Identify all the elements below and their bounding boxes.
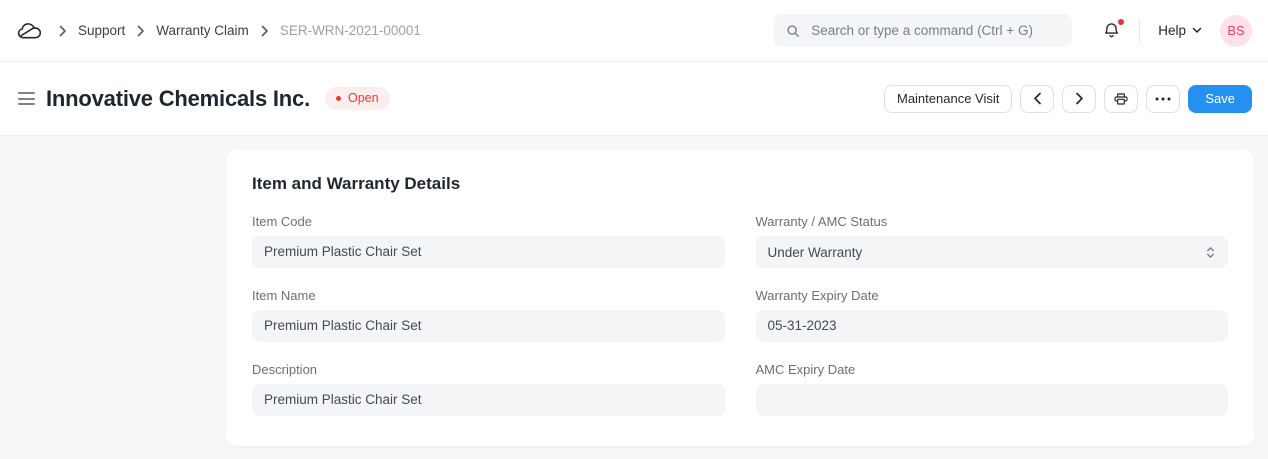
- chevron-left-icon: [1033, 92, 1042, 105]
- status-badge-label: Open: [348, 91, 379, 105]
- field-warranty-expiry-date: Warranty Expiry Date: [756, 288, 1229, 342]
- breadcrumb-item-support[interactable]: Support: [78, 23, 125, 38]
- notifications-button[interactable]: [1098, 17, 1125, 44]
- form-section-card: Item and Warranty Details Item Code Warr…: [226, 150, 1254, 446]
- help-menu[interactable]: Help: [1154, 21, 1206, 40]
- hamburger-icon: [18, 103, 35, 105]
- search-input[interactable]: [809, 22, 1060, 39]
- status-badge: Open: [325, 87, 390, 110]
- global-search[interactable]: [774, 14, 1072, 47]
- sidebar-toggle-button[interactable]: [16, 88, 37, 109]
- cloud-logo-icon: [16, 20, 44, 42]
- item-code-input[interactable]: [252, 236, 725, 268]
- header-actions: Maintenance Visit Save: [884, 85, 1252, 113]
- content-area: Item and Warranty Details Item Code Warr…: [0, 136, 1268, 458]
- warranty-expiry-date-input[interactable]: [756, 310, 1229, 342]
- amc-expiry-date-label: AMC Expiry Date: [756, 362, 1229, 377]
- hamburger-icon: [18, 92, 35, 94]
- item-name-input[interactable]: [252, 310, 725, 342]
- field-amc-expiry-date: AMC Expiry Date: [756, 362, 1229, 416]
- more-actions-button[interactable]: [1146, 85, 1180, 113]
- field-description: Description: [252, 362, 725, 416]
- item-code-label: Item Code: [252, 214, 725, 229]
- warranty-amc-status-label: Warranty / AMC Status: [756, 214, 1229, 229]
- status-dot-icon: [336, 96, 341, 101]
- page-title: Innovative Chemicals Inc.: [46, 86, 310, 112]
- maintenance-visit-button[interactable]: Maintenance Visit: [884, 85, 1012, 113]
- printer-icon: [1113, 91, 1129, 107]
- app-logo-button[interactable]: [16, 20, 44, 42]
- save-button[interactable]: Save: [1188, 85, 1252, 113]
- chevron-right-icon: [1075, 92, 1084, 105]
- field-item-name: Item Name: [252, 288, 725, 342]
- breadcrumb-item-warranty-claim[interactable]: Warranty Claim: [156, 23, 249, 38]
- navbar-right-group: Help BS: [774, 14, 1252, 47]
- previous-document-button[interactable]: [1020, 85, 1054, 113]
- top-navbar: Support Warranty Claim SER-WRN-2021-0000…: [0, 0, 1268, 62]
- search-icon: [786, 24, 800, 38]
- ellipsis-icon: [1155, 97, 1171, 101]
- section-title: Item and Warranty Details: [252, 174, 1228, 194]
- breadcrumb-item-current-document: SER-WRN-2021-00001: [280, 23, 421, 38]
- form-grid: Item Code Warranty / AMC Status Under Wa…: [252, 214, 1228, 416]
- breadcrumb-separator-icon: [136, 25, 145, 37]
- page-header: Innovative Chemicals Inc. Open Maintenan…: [0, 62, 1268, 136]
- breadcrumb-separator-icon: [58, 25, 67, 37]
- field-warranty-amc-status: Warranty / AMC Status Under Warranty: [756, 214, 1229, 268]
- warranty-amc-status-select[interactable]: Under Warranty: [756, 236, 1229, 268]
- chevron-down-icon: [1192, 27, 1202, 34]
- description-label: Description: [252, 362, 725, 377]
- breadcrumb-separator-icon: [260, 25, 269, 37]
- help-menu-label: Help: [1158, 23, 1186, 38]
- print-button[interactable]: [1104, 85, 1138, 113]
- notification-dot: [1118, 19, 1124, 25]
- navbar-divider: [1139, 19, 1140, 43]
- hamburger-icon: [18, 98, 35, 100]
- next-document-button[interactable]: [1062, 85, 1096, 113]
- description-input[interactable]: [252, 384, 725, 416]
- field-item-code: Item Code: [252, 214, 725, 268]
- warranty-amc-status-value: Under Warranty: [768, 245, 863, 260]
- amc-expiry-date-input[interactable]: [756, 384, 1229, 416]
- user-avatar[interactable]: BS: [1220, 15, 1252, 47]
- breadcrumb: Support Warranty Claim SER-WRN-2021-0000…: [58, 23, 421, 38]
- select-caret-icon: [1205, 246, 1216, 259]
- warranty-expiry-date-label: Warranty Expiry Date: [756, 288, 1229, 303]
- item-name-label: Item Name: [252, 288, 725, 303]
